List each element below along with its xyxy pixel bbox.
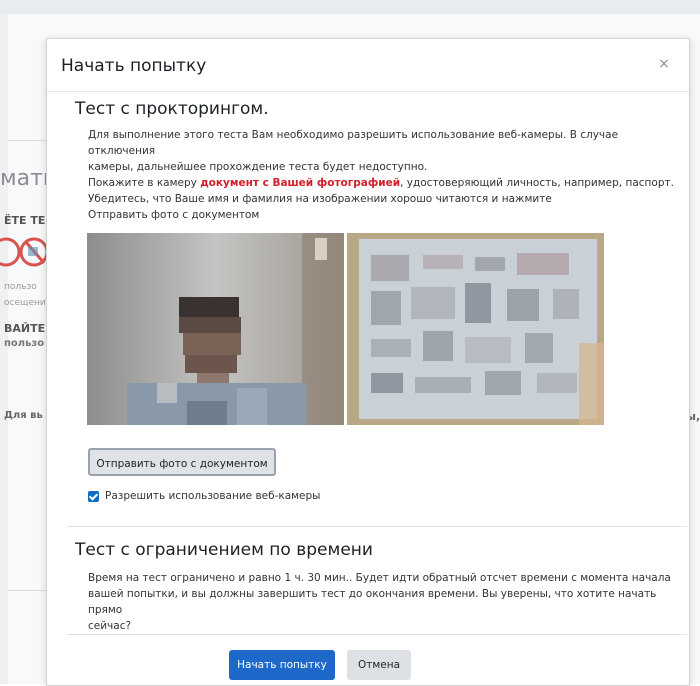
time-limit-line: Время на тест ограничено и равно 1 ч. 30… xyxy=(88,572,671,584)
webcam-permission-row[interactable]: Разрешить использование веб-камеры xyxy=(88,490,320,506)
proctoring-line: камеры, дальнейшее прохождение теста буд… xyxy=(88,161,428,173)
proctoring-line: Убедитесь, что Ваше имя и фамилия на изо… xyxy=(88,193,552,205)
background-bold-text: пользо xyxy=(4,338,45,349)
webcam-permission-label[interactable]: Разрешить использование веб-камеры xyxy=(105,490,320,502)
background-small-text: пользо xyxy=(4,282,37,292)
proctoring-instructions: Для выполнение этого теста Вам необходим… xyxy=(88,127,688,223)
background-small-text: осещени xyxy=(4,298,46,308)
close-icon[interactable]: × xyxy=(655,55,673,73)
modal-header: Начать попытку × xyxy=(47,39,689,92)
footer-divider xyxy=(67,634,687,635)
modal-title: Начать попытку xyxy=(61,56,207,76)
time-limit-line: вашей попытки, и вы должны завершить тес… xyxy=(88,588,657,616)
background-divider xyxy=(8,590,48,591)
proctoring-text: , удостоверяющий личность, например, пас… xyxy=(400,177,674,189)
start-attempt-button[interactable]: Начать попытку xyxy=(229,650,335,680)
background-bold-text: ВАЙТЕ xyxy=(4,322,46,335)
background-bold-text: Для вь xyxy=(4,410,43,421)
send-document-photo-button[interactable]: Отправить фото с документом xyxy=(88,448,276,476)
document-photo xyxy=(347,233,604,425)
document-highlight: документ с Вашей фотографией xyxy=(200,177,401,189)
no-camera-icon xyxy=(0,237,48,267)
proctoring-title: Тест с прокторингом. xyxy=(75,99,269,119)
proctoring-line: Покажите в камеру документ с Вашей фотог… xyxy=(88,175,688,191)
webcam-permission-checkbox[interactable] xyxy=(88,490,99,502)
webcam-face-photo xyxy=(87,233,344,425)
proctoring-text: Покажите в камеру xyxy=(88,177,201,189)
proctoring-line: Для выполнение этого теста Вам необходим… xyxy=(88,129,619,157)
time-limit-line: сейчас? xyxy=(88,620,132,632)
proctoring-line: Отправить фото с документом xyxy=(88,209,260,221)
time-limit-description: Время на тест ограничено и равно 1 ч. 30… xyxy=(88,570,688,634)
background-divider xyxy=(8,140,48,141)
cancel-button[interactable]: Отмена xyxy=(347,650,411,680)
background-bold-text: ЁТЕ ТЕ xyxy=(4,214,46,227)
background-topbar xyxy=(0,0,700,14)
time-limit-title: Тест с ограничением по времени xyxy=(75,540,373,560)
start-attempt-modal: Начать попытку × Тест с прокторингом. Дл… xyxy=(46,38,690,686)
section-divider xyxy=(67,526,687,527)
